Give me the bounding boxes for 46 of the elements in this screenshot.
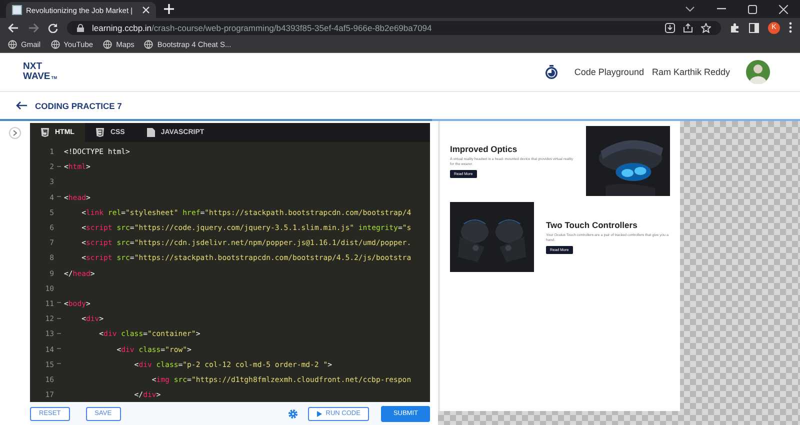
user-avatar[interactable]: [746, 60, 770, 84]
fold-marker-icon[interactable]: [57, 363, 61, 366]
fold-marker-icon[interactable]: [57, 348, 61, 350]
back-icon[interactable]: [8, 22, 19, 32]
globe-icon: [144, 40, 154, 49]
html-file-icon: [41, 128, 49, 137]
expand-button[interactable]: [9, 127, 21, 139]
puzzle-icon[interactable]: [730, 22, 740, 32]
minimize-icon[interactable]: [717, 8, 726, 10]
settings-icon[interactable]: [288, 408, 298, 419]
close-icon[interactable]: [142, 6, 150, 14]
practice-title: CODING PRACTICE 7: [35, 100, 122, 110]
fold-marker-icon[interactable]: [57, 302, 61, 304]
fold-marker-icon[interactable]: [57, 196, 61, 198]
fold-marker-icon[interactable]: [57, 332, 61, 335]
install-icon[interactable]: [665, 22, 675, 32]
lock-icon: [77, 24, 84, 32]
close-window-icon[interactable]: [779, 4, 788, 14]
card-title: Two Touch Controllers: [546, 220, 638, 230]
share-icon[interactable]: [683, 22, 693, 32]
reload-icon[interactable]: [48, 22, 58, 32]
url-text: learning.ccbp.in/crash-course/web-programming/b4393f85-35ef-4af5-966e-8b2e69ba7094: [92, 22, 432, 32]
code-playground-link[interactable]: Code Playground: [574, 67, 644, 77]
stopwatch-icon[interactable]: [545, 65, 558, 79]
fold-marker-icon[interactable]: [57, 166, 61, 168]
side-panel-icon[interactable]: [749, 22, 759, 32]
favicon-icon: [12, 5, 22, 15]
chevron-icon[interactable]: [685, 6, 695, 12]
address-bar[interactable]: learning.ccbp.in/crash-course/web-programming/b4393f85-35ef-4af5-966e-8b2e69ba7094: [67, 20, 721, 34]
new-tab-icon[interactable]: [164, 4, 174, 14]
css-file-icon: [96, 128, 104, 137]
globe-icon: [8, 40, 17, 49]
menu-icon[interactable]: [789, 22, 792, 33]
globe-icon: [103, 40, 112, 49]
star-icon[interactable]: [701, 22, 711, 32]
card-title: Improved Optics: [450, 144, 518, 154]
chevron-right-icon: [13, 130, 17, 136]
code-editor[interactable]: [30, 123, 430, 402]
globe-icon: [50, 40, 60, 49]
maximize-icon[interactable]: [748, 4, 757, 14]
file-icon: [146, 128, 155, 137]
fold-marker-icon[interactable]: [57, 318, 61, 320]
forward-icon[interactable]: [28, 22, 39, 32]
play-icon: [316, 410, 322, 417]
user-name: Ram Karthik Reddy: [652, 67, 730, 77]
back-arrow-icon[interactable]: [16, 101, 27, 110]
